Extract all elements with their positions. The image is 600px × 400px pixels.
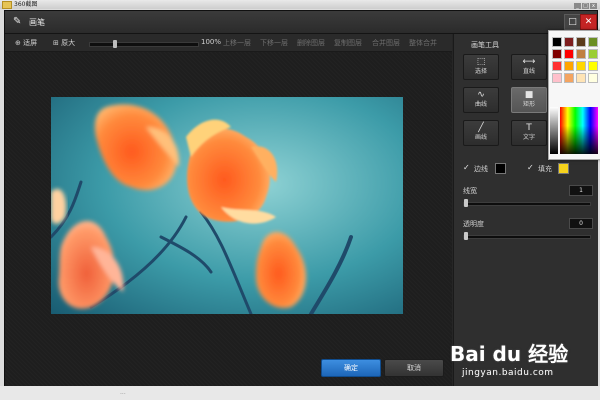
window-title: 画笔: [29, 18, 45, 27]
tool-curve-button[interactable]: ∿ 曲线: [463, 87, 499, 113]
status-strip: ...: [0, 386, 600, 400]
opacity-slider[interactable]: [463, 232, 591, 240]
window-titlebar: ✎ 画笔 □ ✕: [5, 11, 597, 34]
tool-line-button[interactable]: ⟷ 直线: [511, 54, 547, 80]
line-icon: ⟷: [522, 57, 536, 67]
opacity-slider-knob[interactable]: [464, 232, 468, 240]
tool-text-button[interactable]: T 文字: [511, 120, 547, 146]
line-width-input[interactable]: 1: [569, 185, 593, 196]
fill-label: 填充: [538, 165, 552, 173]
tool-pencil-button[interactable]: ╱ 画线: [463, 120, 499, 146]
folder-icon: [2, 1, 12, 9]
outer-title: 360截图: [14, 1, 38, 8]
line-width-slider-knob[interactable]: [464, 199, 468, 207]
tool-rectangle-label: 矩形: [522, 101, 535, 108]
opacity-label: 透明度: [463, 220, 484, 228]
minimize-button[interactable]: □: [564, 14, 581, 30]
palette-color-swatch[interactable]: [576, 61, 586, 71]
tool-pencil-label: 画线: [474, 134, 487, 141]
palette-color-swatch[interactable]: [552, 49, 562, 59]
original-size-icon: ⊞: [53, 39, 59, 47]
pencil-icon: ╱: [478, 123, 484, 133]
outer-restore-button[interactable]: □: [582, 3, 589, 9]
palette-color-swatch[interactable]: [576, 37, 586, 47]
outer-titlebar: 360截图 _ □ x: [0, 0, 600, 9]
close-button[interactable]: ✕: [580, 14, 597, 30]
palette-color-swatch[interactable]: [564, 37, 574, 47]
merge-layer-button[interactable]: 合并图层: [372, 38, 400, 48]
border-label: 边线: [474, 165, 488, 173]
tool-text-label: 文字: [522, 134, 535, 141]
tool-rectangle-button[interactable]: ■ 矩形: [511, 87, 547, 113]
cancel-button[interactable]: 取消: [384, 359, 444, 377]
palette-color-swatch[interactable]: [588, 61, 598, 71]
tool-line-label: 直线: [522, 68, 535, 75]
confirm-button[interactable]: 确定: [321, 359, 381, 377]
palette-color-swatch[interactable]: [552, 73, 562, 83]
fit-screen-label: 适屏: [23, 39, 38, 47]
fit-screen-button[interactable]: ⊕ 适屏: [15, 38, 37, 48]
grayscale-strip[interactable]: [550, 107, 558, 154]
outer-min-button[interactable]: _: [574, 3, 581, 9]
outer-window-controls: _ □ x: [573, 1, 597, 10]
palette-color-swatch[interactable]: [588, 37, 598, 47]
border-checkbox[interactable]: ✓: [463, 164, 470, 172]
palette-color-swatch[interactable]: [576, 73, 586, 83]
color-palette-popup: [548, 30, 600, 160]
palette-color-swatch[interactable]: [564, 73, 574, 83]
watermark-url: jingyan.baidu.com: [462, 368, 554, 378]
curve-icon: ∿: [477, 90, 485, 100]
original-size-button[interactable]: ⊞ 原大: [53, 38, 75, 48]
original-size-label: 原大: [61, 39, 76, 47]
palette-color-swatch[interactable]: [564, 49, 574, 59]
text-icon: T: [526, 123, 532, 133]
outer-close-button[interactable]: x: [590, 3, 597, 9]
palette-color-swatch[interactable]: [588, 49, 598, 59]
tool-curve-label: 曲线: [474, 101, 487, 108]
border-color-swatch[interactable]: [495, 163, 506, 174]
tool-select-button[interactable]: ⬚ 选择: [463, 54, 499, 80]
brush-window: ✎ 画笔 □ ✕ ⊕ 适屏 ⊞ 原大 100% 上移一层 下移一层 删除图层 复…: [4, 10, 598, 387]
palette-color-swatch[interactable]: [564, 61, 574, 71]
zoom-percent: 100%: [201, 38, 222, 46]
panel-title: 画笔工具: [471, 41, 499, 49]
move-up-layer-button[interactable]: 上移一层: [223, 38, 251, 48]
color-spectrum[interactable]: [560, 107, 598, 154]
flower-photo[interactable]: [51, 97, 403, 314]
tool-select-label: 选择: [474, 68, 487, 75]
zoom-slider-knob[interactable]: [112, 40, 117, 48]
fill-checkbox[interactable]: ✓: [527, 164, 534, 172]
canvas-toolbar: ⊕ 适屏 ⊞ 原大 100% 上移一层 下移一层 删除图层 复制图层 合并图层 …: [5, 34, 452, 52]
palette-color-swatch[interactable]: [552, 61, 562, 71]
fill-color-swatch[interactable]: [558, 163, 569, 174]
merge-all-button[interactable]: 整体合并: [409, 38, 437, 48]
brush-icon: ✎: [13, 16, 22, 27]
palette-color-swatch[interactable]: [576, 49, 586, 59]
line-width-slider[interactable]: [463, 199, 591, 207]
delete-layer-button[interactable]: 删除图层: [297, 38, 325, 48]
select-icon: ⬚: [476, 57, 486, 67]
rectangle-icon: ■: [524, 90, 534, 100]
canvas-area[interactable]: 确定 取消: [5, 52, 452, 386]
status-text: ...: [120, 389, 126, 396]
palette-color-swatch[interactable]: [552, 37, 562, 47]
copy-layer-button[interactable]: 复制图层: [334, 38, 362, 48]
move-down-layer-button[interactable]: 下移一层: [260, 38, 288, 48]
palette-color-swatch[interactable]: [588, 73, 598, 83]
zoom-slider[interactable]: [89, 40, 199, 48]
fit-screen-icon: ⊕: [15, 39, 21, 47]
opacity-input[interactable]: 0: [569, 218, 593, 229]
line-width-label: 线宽: [463, 187, 477, 195]
watermark-logo: Bai du 经验: [450, 342, 569, 366]
